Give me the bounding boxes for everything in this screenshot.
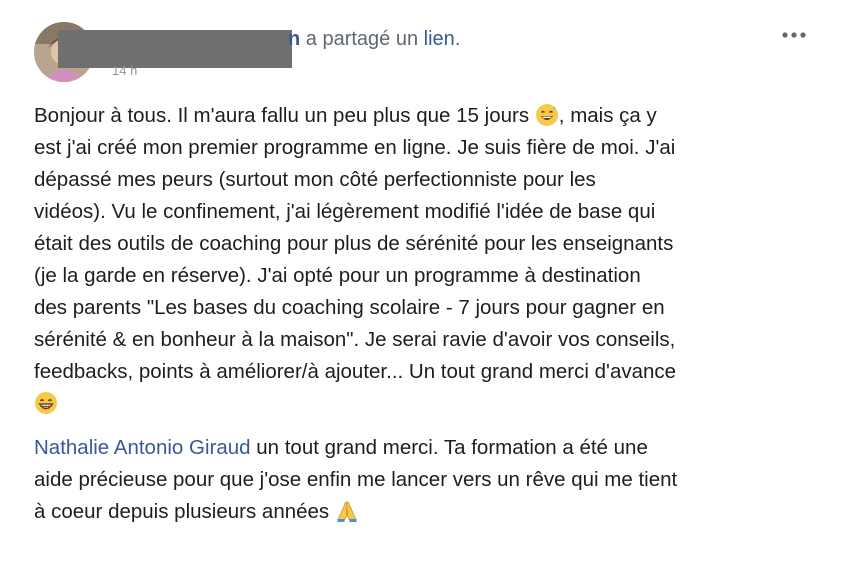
post-body-text: Bonjour à tous. Il m'aura fallu un peu p… — [34, 104, 530, 127]
post-body-line: feedbacks, points à améliorer/à ajouter.… — [34, 356, 824, 388]
comment: Nathalie Antonio Giraud un tout grand me… — [34, 432, 824, 528]
post-body-line: vidéos). Vu le confinement, j'ai légèrem… — [34, 196, 824, 228]
post-body-line: des parents "Les bases du coaching scola… — [34, 292, 824, 324]
post-body-line: dépassé mes peurs (surtout mon côté perf… — [34, 164, 824, 196]
grinning-sweat-emoji — [535, 104, 558, 126]
post-body-line: était des outils de coaching pour plus d… — [34, 228, 824, 260]
more-options-button[interactable] — [778, 22, 810, 48]
comment-text: un tout grand merci. Ta formation a été … — [250, 436, 648, 459]
comment-line: aide précieuse pour que j'ose enfin me l… — [34, 464, 824, 496]
comment-line: Nathalie Antonio Giraud un tout grand me… — [34, 432, 824, 464]
shared-link[interactable]: lien — [424, 28, 455, 50]
comment-line: à coeur depuis plusieurs années — [34, 496, 824, 528]
post-body-text: vidéos). Vu le confinement, j'ai légèrem… — [34, 200, 656, 223]
post-body-line: Bonjour à tous. Il m'aura fallu un peu p… — [34, 100, 824, 132]
post-body-line: sérénité & en bonheur à la maison". Je s… — [34, 324, 824, 356]
header-period: . — [454, 28, 461, 50]
post-body-line: (je la garde en réserve). J'ai opté pour… — [34, 260, 824, 292]
redacted-author-name — [58, 30, 292, 68]
folded-hands-emoji — [337, 501, 357, 522]
post-body-line: est j'ai créé mon premier programme en l… — [34, 132, 824, 164]
comment-author-mention[interactable]: Nathalie Antonio Giraud — [34, 436, 251, 459]
shared-text: a partagé un — [305, 28, 419, 50]
post-body-text: des parents "Les bases du coaching scola… — [34, 296, 665, 319]
beaming-grin-emoji — [35, 392, 57, 414]
post-header: n a partagé un lien. — [288, 26, 460, 52]
post-body: Bonjour à tous. Il m'aura fallu un peu p… — [34, 100, 824, 420]
post-body-line — [34, 388, 824, 420]
post-body-text: feedbacks, points à améliorer/à ajouter.… — [34, 360, 677, 383]
post-body-text: (je la garde en réserve). J'ai opté pour… — [34, 264, 641, 287]
post-body-text: dépassé mes peurs (surtout mon côté perf… — [34, 168, 596, 191]
ellipsis-icon — [782, 32, 806, 38]
author-name-tail[interactable]: n — [288, 28, 300, 50]
comment-text: à coeur depuis plusieurs années — [34, 500, 335, 523]
post-body-text: , mais ça y — [558, 104, 657, 127]
comment-text: aide précieuse pour que j'ose enfin me l… — [34, 468, 678, 491]
post-timestamp[interactable]: 14 h — [112, 64, 137, 75]
post-body-text: est j'ai créé mon premier programme en l… — [34, 136, 676, 159]
post-body-text: sérénité & en bonheur à la maison". Je s… — [34, 328, 676, 351]
post-body-text: était des outils de coaching pour plus d… — [34, 232, 674, 255]
post-card: n a partagé un lien. 14 h Bonjour à tous… — [0, 0, 868, 562]
